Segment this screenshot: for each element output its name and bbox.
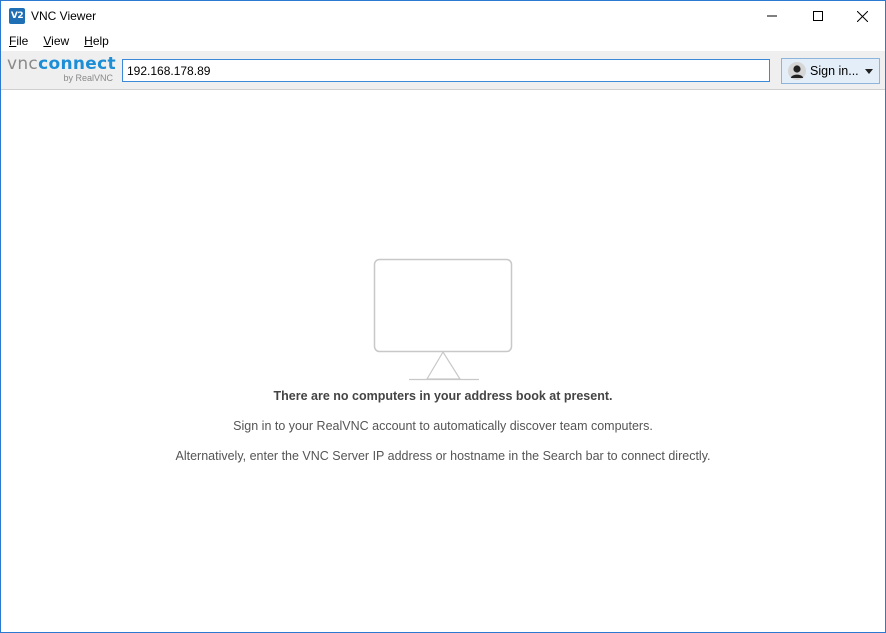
toolbar: vncconnect by RealVNC Sign in... [1, 51, 885, 90]
menu-view-label: iew [51, 34, 70, 48]
title-bar[interactable]: V2 VNC Viewer [1, 1, 885, 31]
minimize-button[interactable] [749, 1, 795, 31]
address-book-area: There are no computers in your address b… [1, 91, 885, 632]
menu-file[interactable]: File [8, 33, 29, 49]
window-title: VNC Viewer [31, 9, 97, 23]
logo-byline: by RealVNC [63, 73, 113, 83]
menu-bar: File View Help [1, 31, 885, 51]
monitor-icon [373, 258, 513, 381]
sign-in-button[interactable]: Sign in... [781, 58, 880, 84]
search-input[interactable] [122, 59, 770, 82]
maximize-button[interactable] [795, 1, 841, 31]
menu-help-label: elp [92, 34, 109, 48]
vnc-viewer-window: V2 VNC Viewer File View Help vncconnect [0, 0, 886, 633]
menu-view[interactable]: View [42, 33, 70, 49]
close-icon [856, 10, 868, 22]
minimize-icon [767, 15, 777, 17]
logo-wordmark: vncconnect [7, 55, 116, 73]
menu-view-accel: V [43, 34, 52, 48]
chevron-down-icon [865, 69, 873, 74]
sign-in-label: Sign in... [810, 64, 859, 78]
close-button[interactable] [839, 1, 885, 31]
empty-state-hint-signin: Sign in to your RealVNC account to autom… [233, 419, 653, 433]
maximize-icon [813, 11, 823, 21]
empty-state-hint-search: Alternatively, enter the VNC Server IP a… [175, 449, 711, 463]
user-avatar-icon [788, 62, 806, 80]
menu-help[interactable]: Help [83, 33, 110, 49]
vnc-connect-logo: vncconnect by RealVNC [7, 55, 116, 87]
menu-help-accel: H [84, 34, 93, 48]
menu-file-label: ile [16, 34, 29, 48]
logo-connect-text: connect [38, 54, 116, 74]
empty-state-title: There are no computers in your address b… [273, 389, 613, 403]
vnc-app-icon: V2 [9, 8, 25, 24]
logo-vnc-text: vnc [7, 54, 39, 74]
